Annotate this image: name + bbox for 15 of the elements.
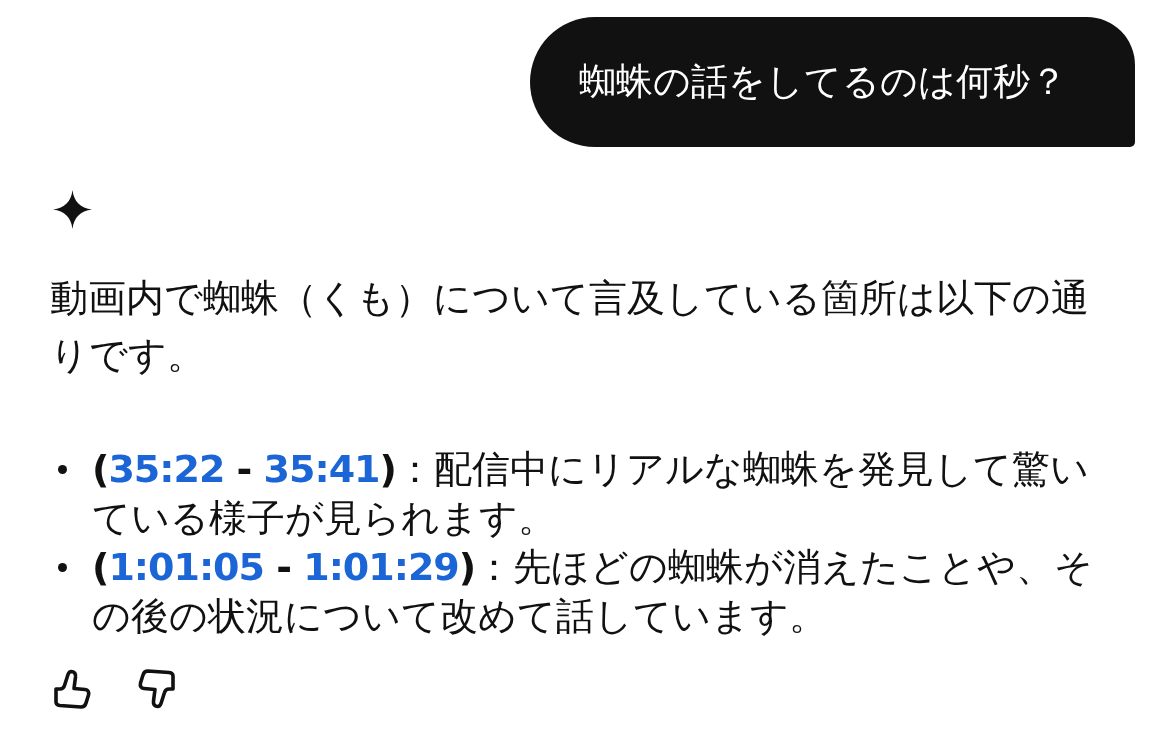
thumbs-up-icon	[52, 669, 92, 709]
timestamp-link[interactable]: 35:22	[108, 447, 225, 491]
timestamp-link[interactable]: 1:01:29	[303, 545, 459, 589]
thumbs-down-icon	[137, 669, 177, 709]
user-message-text: 蜘蛛の話をしてるのは何秒？	[579, 59, 1067, 105]
timestamp-link[interactable]: 35:41	[263, 447, 380, 491]
timestamp-link[interactable]: 1:01:05	[108, 545, 264, 589]
sparkle-icon	[53, 190, 92, 229]
list-item-text: (35:22 - 35:41)：配信中にリアルな蜘蛛を発見して驚いている様子が見られます。	[92, 446, 1090, 542]
list-item-text: (1:01:05 - 1:01:29)：先ほどの蜘蛛が消えたことや、その後の状況について改めて話しています。	[92, 544, 1095, 640]
thumbs-up-button[interactable]	[52, 669, 92, 709]
bullet-dot-icon	[58, 563, 67, 572]
response-paragraph: 動画内で蜘蛛（くも）について言及している箇所は以下の通りです。	[50, 275, 1090, 379]
thumbs-down-button[interactable]	[137, 669, 177, 709]
bullet-dot-icon	[58, 465, 67, 474]
